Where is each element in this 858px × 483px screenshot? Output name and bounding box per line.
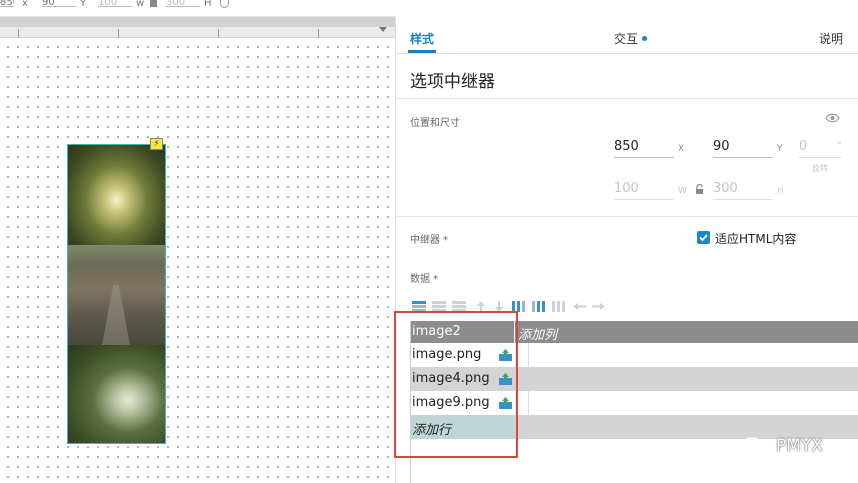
toolbar-h-unit: H xyxy=(204,0,212,9)
eye-icon[interactable] xyxy=(825,113,840,123)
position-size-label: 位置和尺寸 xyxy=(410,118,460,129)
top-toolbar: 850 x 90 Y 100 w 300 H xyxy=(0,0,395,17)
ruler-tick xyxy=(18,29,19,38)
repeater-widget[interactable] xyxy=(67,144,166,444)
height-unit-label: H xyxy=(777,186,784,196)
rotation-unit-label: ° xyxy=(837,141,842,151)
y-unit-label: Y xyxy=(777,144,783,154)
tab-style[interactable]: 样式 xyxy=(410,30,434,47)
divider xyxy=(396,216,858,217)
rotation-label: 旋转 xyxy=(812,164,828,173)
width-unit-label: W xyxy=(678,186,687,196)
highlight-annotation-box xyxy=(394,311,518,458)
data-label: 数据 * xyxy=(410,274,439,285)
toolbar-x-field[interactable]: 850 xyxy=(0,0,14,7)
rotate-icon[interactable] xyxy=(220,0,229,8)
width-input[interactable]: 100 xyxy=(614,180,674,200)
insert-column-right-icon[interactable] xyxy=(532,301,546,312)
interact-indicator-dot xyxy=(642,36,647,41)
delete-column-icon[interactable] xyxy=(552,301,566,312)
x-position-input[interactable]: 850 xyxy=(614,138,674,158)
height-input[interactable]: 300 xyxy=(713,180,773,200)
divider xyxy=(396,98,858,99)
ruler-dropdown-icon[interactable] xyxy=(379,27,387,32)
lock-icon[interactable] xyxy=(695,184,704,194)
widget-name-field[interactable]: 选项中继器 xyxy=(410,67,495,92)
ruler-band xyxy=(0,17,395,27)
rotation-input[interactable]: 0 xyxy=(799,138,841,158)
repeater-label: 中继器 * xyxy=(410,235,449,246)
y-position-input[interactable]: 90 xyxy=(713,138,773,158)
ruler-tick xyxy=(218,29,219,38)
inspector-tabs: 样式 交互 说明 xyxy=(396,17,858,54)
lightning-icon[interactable]: ⚡ xyxy=(150,138,163,150)
toolbar-w-field[interactable]: 100 xyxy=(98,0,132,7)
active-tab-indicator xyxy=(408,50,436,53)
move-column-left-icon[interactable] xyxy=(573,301,587,312)
waterfall-image xyxy=(68,345,165,443)
lock-icon[interactable] xyxy=(150,0,157,7)
forest-image xyxy=(68,145,165,245)
wechat-icon xyxy=(742,437,767,457)
ruler-tick xyxy=(118,29,119,38)
toolbar-y-unit: Y xyxy=(80,0,87,9)
move-column-right-icon[interactable] xyxy=(591,301,605,312)
ruler-tick xyxy=(318,29,319,38)
toolbar-y-field[interactable]: 90 xyxy=(42,0,76,7)
add-column-button[interactable]: 添加列 xyxy=(518,324,557,343)
x-unit-label: X xyxy=(678,144,685,154)
fit-html-checkbox[interactable] xyxy=(697,231,710,244)
road-shape xyxy=(102,285,130,345)
tab-notes[interactable]: 说明 xyxy=(819,30,843,47)
toolbar-h-field[interactable]: 300 xyxy=(166,0,200,7)
watermark-text: PMYX xyxy=(776,436,823,456)
tab-interact[interactable]: 交互 xyxy=(614,30,638,47)
horizontal-ruler xyxy=(0,17,395,38)
toolbar-x-unit: x xyxy=(22,0,28,9)
toolbar-w-unit: w xyxy=(136,0,145,9)
design-canvas[interactable] xyxy=(0,38,395,483)
street-image xyxy=(68,245,165,345)
fit-html-label[interactable]: 适应HTML内容 xyxy=(715,230,796,247)
